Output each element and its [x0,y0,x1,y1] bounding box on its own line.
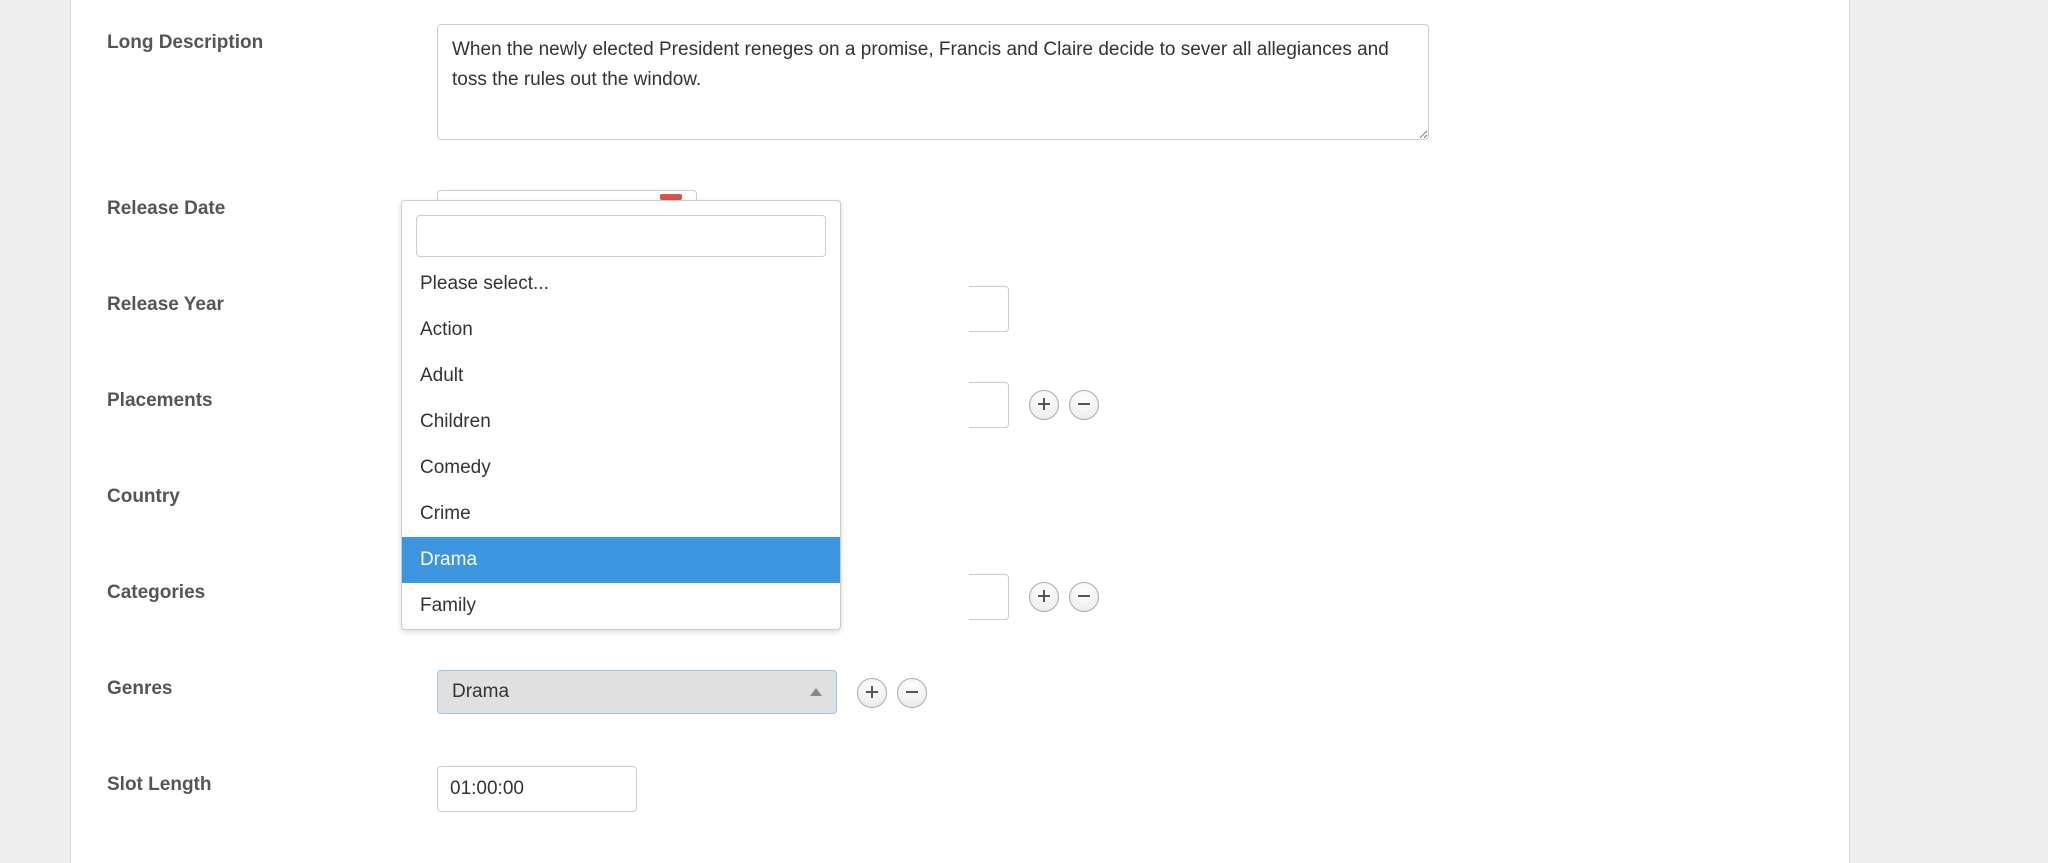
plus-icon [1037,589,1051,606]
form-panel: Long Description Release Date Release Ye… [70,0,1850,863]
minus-icon [905,685,919,702]
genres-remove-button[interactable] [897,678,927,708]
dropdown-option[interactable]: Drama [402,537,840,583]
label-categories: Categories [107,574,437,604]
genres-add-button[interactable] [857,678,887,708]
label-release-date: Release Date [107,190,437,220]
label-placements: Placements [107,382,437,412]
row-slot-length: Slot Length [107,766,1813,812]
genres-selected-value: Drama [452,681,509,703]
slot-length-input[interactable] [437,766,637,812]
dropdown-search-input[interactable] [416,215,826,257]
placements-remove-button[interactable] [1069,390,1099,420]
release-year-input-partial[interactable] [969,286,1009,332]
dropdown-option[interactable]: Children [402,399,840,445]
dropdown-option[interactable]: Action [402,307,840,353]
dropdown-option[interactable]: Family [402,583,840,629]
label-genres: Genres [107,670,437,700]
placements-add-button[interactable] [1029,390,1059,420]
categories-add-button[interactable] [1029,582,1059,612]
row-placements: Placements [107,382,1813,428]
categories-remove-button[interactable] [1069,582,1099,612]
plus-icon [1037,397,1051,414]
label-long-description: Long Description [107,24,437,54]
categories-input-partial[interactable] [969,574,1009,620]
chevron-up-icon [810,688,822,696]
minus-icon [1077,397,1091,414]
label-country: Country [107,478,437,508]
row-long-description: Long Description [107,24,1813,140]
label-release-year: Release Year [107,286,437,316]
dropdown-option[interactable]: Adult [402,353,840,399]
plus-icon [865,685,879,702]
row-genres: Genres Drama [107,670,1813,716]
genres-select[interactable]: Drama [437,670,837,714]
row-country: Country [107,478,1813,524]
dropdown-search-wrap [402,201,840,261]
row-release-year: Release Year [107,286,1813,332]
label-slot-length: Slot Length [107,766,437,796]
dropdown-option[interactable]: Please select... [402,261,840,307]
row-release-date: Release Date [107,190,1813,236]
genres-dropdown[interactable]: Please select...ActionAdultChildrenComed… [401,200,841,630]
placements-input-partial[interactable] [969,382,1009,428]
minus-icon [1077,589,1091,606]
dropdown-option[interactable]: Comedy [402,445,840,491]
row-categories: Categories [107,574,1813,620]
dropdown-option[interactable]: Crime [402,491,840,537]
long-description-textarea[interactable] [437,24,1429,140]
